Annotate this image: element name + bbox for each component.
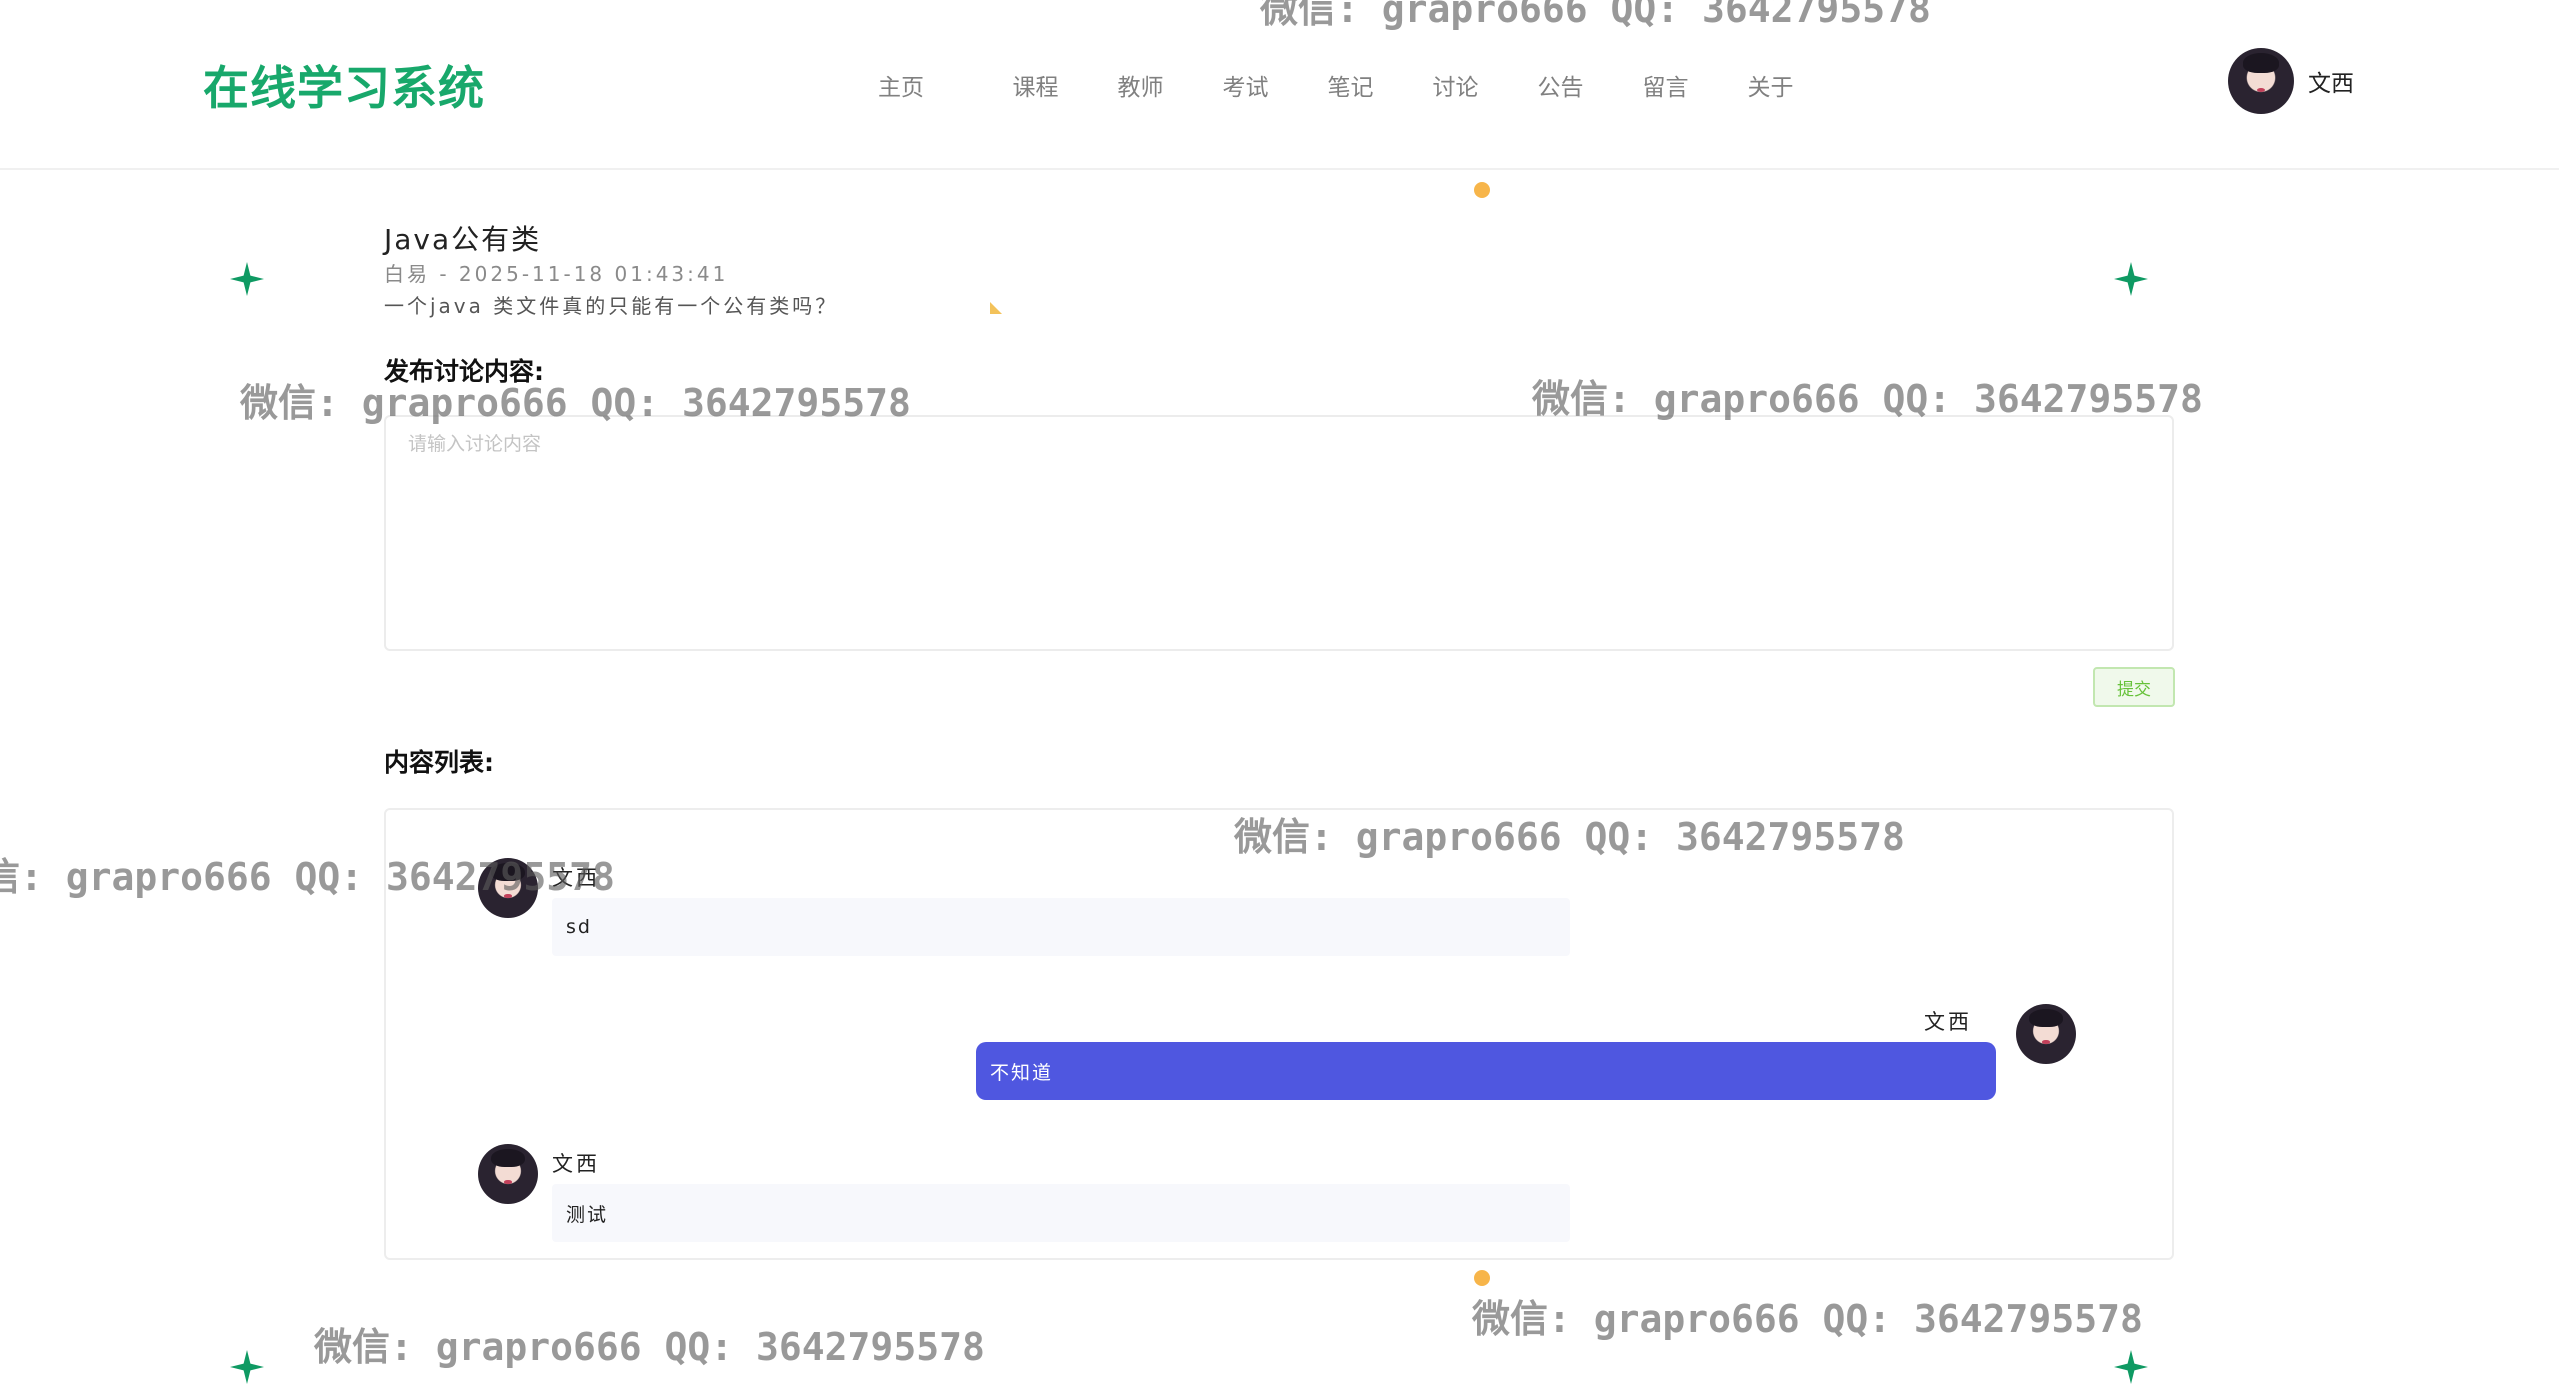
submit-button[interactable]: 提交: [2093, 667, 2175, 707]
list-item: 文西 不知道: [976, 1000, 2076, 1110]
dot-decoration: [1474, 1270, 1490, 1286]
discussion-content-input[interactable]: [384, 415, 2174, 651]
nav-item-exams[interactable]: 考试: [1193, 68, 1298, 108]
dot-decoration: [1474, 182, 1490, 198]
wedge-decoration: [990, 302, 1002, 314]
content-list-panel: 文西 sd 文西 不知道 文西 测试: [384, 808, 2174, 1260]
comment-avatar: [2016, 1004, 2076, 1064]
sparkle-decoration: [2114, 1350, 2148, 1384]
nav-item-notes[interactable]: 笔记: [1298, 68, 1403, 108]
nav-item-teachers[interactable]: 教师: [1088, 68, 1193, 108]
top-header: 在线学习系统 主页 课程 教师 考试 笔记 讨论 公告 留言 关于 文西: [0, 0, 2559, 170]
nav-item-messages[interactable]: 留言: [1613, 68, 1718, 108]
publish-label: 发布讨论内容:: [384, 357, 544, 386]
nav-item-courses[interactable]: 课程: [983, 68, 1088, 108]
nav-item-discussion[interactable]: 讨论: [1403, 68, 1508, 108]
user-avatar[interactable]: [2228, 48, 2294, 114]
main-nav: 主页 课程 教师 考试 笔记 讨论 公告 留言 关于: [878, 68, 1823, 108]
nav-item-home[interactable]: 主页: [878, 68, 983, 108]
sparkle-decoration: [230, 1350, 264, 1384]
discussion-title: Java公有类: [384, 223, 542, 256]
comment-author: 文西: [552, 866, 600, 890]
list-item: 文西 sd: [478, 858, 2078, 958]
comment-bubble: 测试: [552, 1184, 1570, 1242]
content-list-label: 内容列表:: [384, 748, 494, 777]
user-menu[interactable]: 文西: [2228, 48, 2354, 114]
list-item: 文西 测试: [478, 1144, 2078, 1244]
comment-bubble: sd: [552, 898, 1570, 956]
discussion-description: 一个java 类文件真的只能有一个公有类吗？: [384, 294, 839, 318]
site-logo[interactable]: 在线学习系统: [203, 52, 485, 118]
comment-avatar: [478, 858, 538, 918]
comment-author: 文西: [552, 1152, 600, 1176]
user-name: 文西: [2308, 71, 2354, 97]
sparkle-decoration: [230, 262, 264, 296]
nav-item-announcements[interactable]: 公告: [1508, 68, 1613, 108]
watermark-text: 微信: grapro666 QQ: 3642795578: [1472, 1297, 2143, 1341]
comment-avatar: [478, 1144, 538, 1204]
sparkle-decoration: [2114, 262, 2148, 296]
watermark-text: 微信: grapro666 QQ: 3642795578: [314, 1325, 985, 1369]
comment-author: 文西: [1924, 1010, 1972, 1034]
nav-item-about[interactable]: 关于: [1718, 68, 1823, 108]
comment-bubble: 不知道: [976, 1042, 1996, 1100]
discussion-meta: 白易 - 2025-11-18 01:43:41: [384, 262, 729, 286]
